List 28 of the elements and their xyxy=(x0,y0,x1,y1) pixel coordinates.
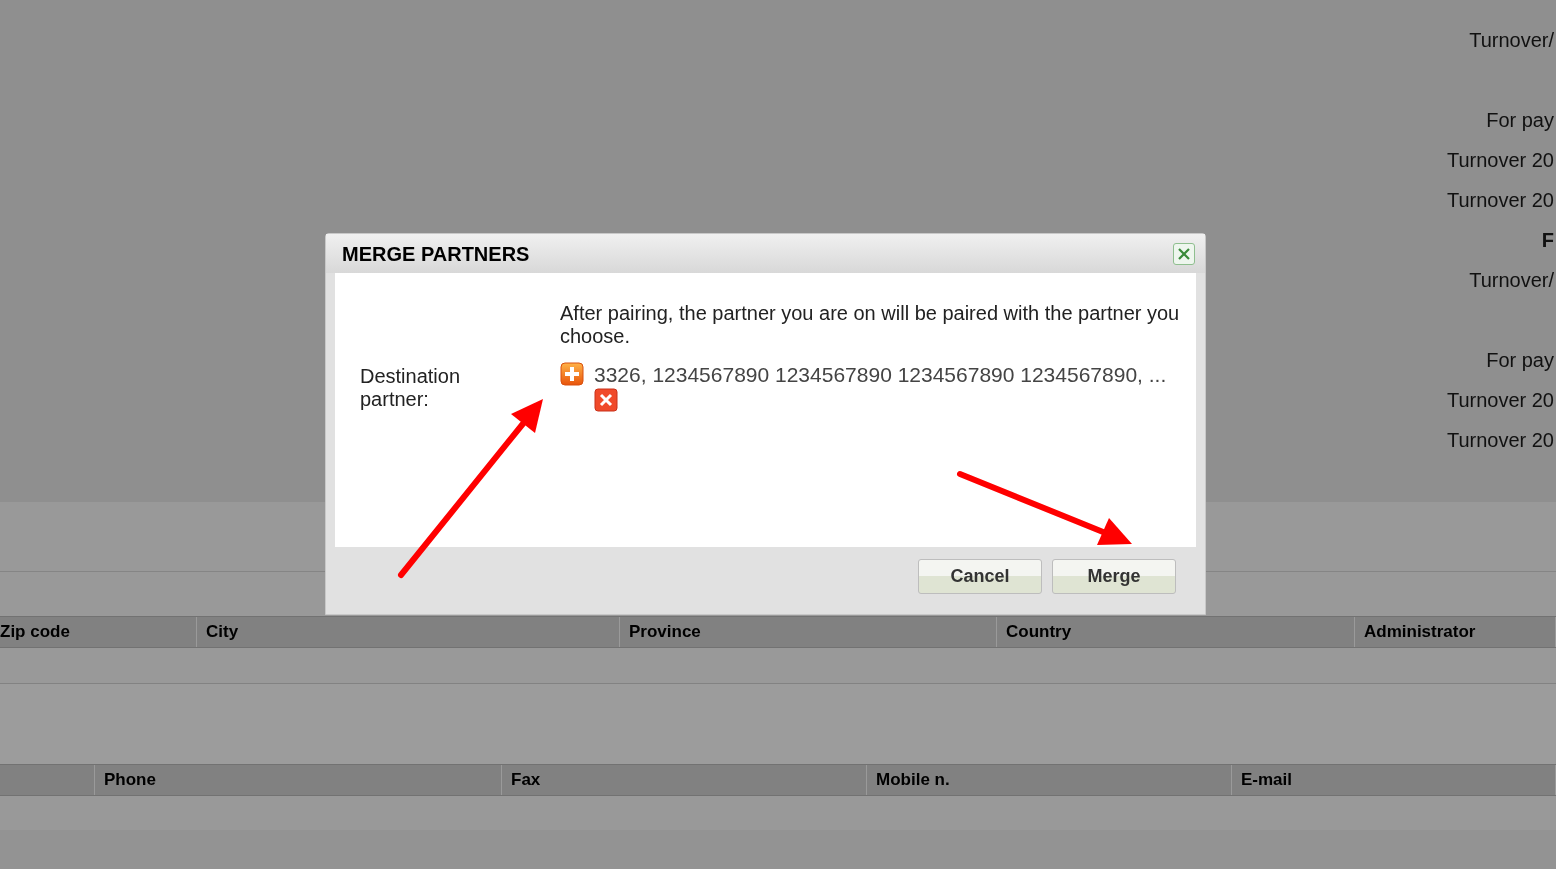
close-button[interactable] xyxy=(1173,242,1195,265)
dialog-button[interactable]: Cancel xyxy=(918,559,1042,594)
dialog-button[interactable]: Merge xyxy=(1052,559,1176,594)
destination-partner-value: 3326, 1234567890 1234567890 1234567890 1234567890, ... xyxy=(594,362,1167,388)
dialog-title: MERGE PARTNERS xyxy=(342,241,530,267)
side-label: For pay xyxy=(1486,348,1554,373)
column-header: Zip code xyxy=(0,617,197,647)
side-label: Turnover 20 xyxy=(1446,388,1554,413)
side-label: Turnover 20 xyxy=(1446,188,1554,213)
field-label: Destination partner: xyxy=(360,365,462,411)
side-label: Turnover/ xyxy=(1469,28,1554,53)
column-header: E-mail xyxy=(1232,765,1556,795)
column-header: Fax xyxy=(502,765,867,795)
column-header: Province xyxy=(620,617,997,647)
column-header: City xyxy=(197,617,620,647)
close-icon xyxy=(1177,246,1191,261)
add-icon[interactable] xyxy=(560,362,584,386)
side-label: Turnover 20 xyxy=(1446,428,1554,453)
side-label: Turnover 20 xyxy=(1446,148,1554,173)
side-label: For pay xyxy=(1486,108,1554,133)
column-header: Mobile n. xyxy=(867,765,1232,795)
side-label: F xyxy=(1541,228,1554,253)
column-header: Phone xyxy=(95,765,502,795)
dialog-message: After pairing, the partner you are on will be paired with the partner you choose. xyxy=(560,302,1181,348)
remove-icon[interactable] xyxy=(594,388,618,412)
column-header: Country xyxy=(997,617,1355,647)
side-label: Turnover/ xyxy=(1469,268,1554,293)
column-header: Administrator xyxy=(1355,617,1556,647)
